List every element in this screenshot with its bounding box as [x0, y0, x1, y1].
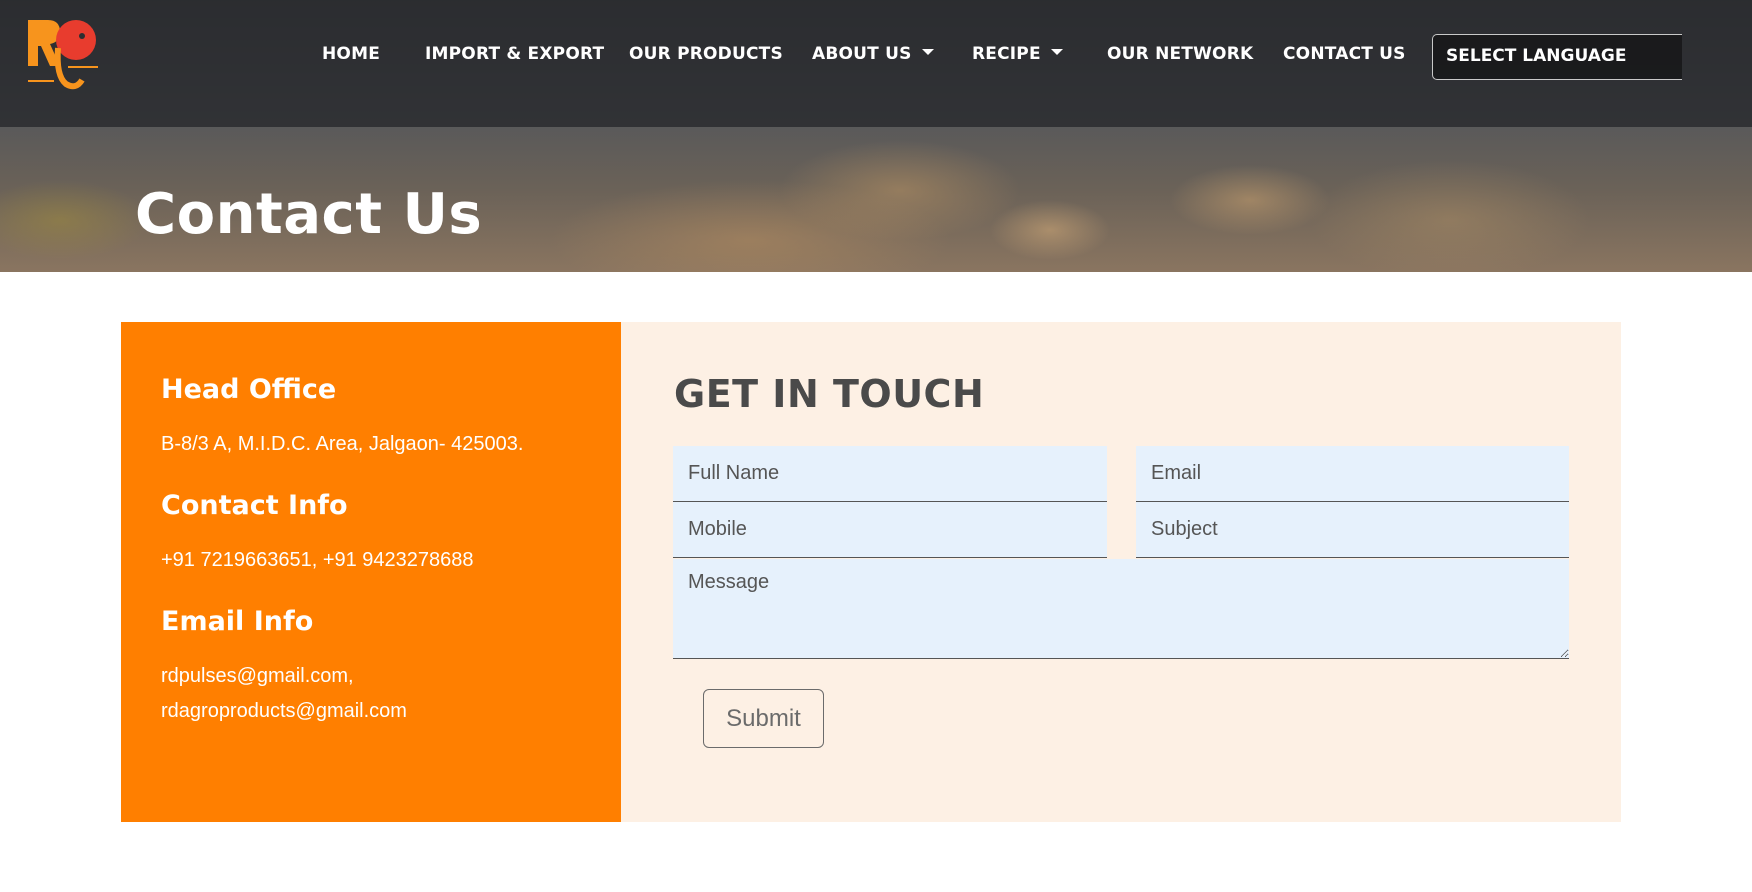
email-line-1[interactable]: rdpulses@gmail.com,	[161, 659, 621, 694]
full-name-input[interactable]	[673, 446, 1107, 502]
nav-about-us[interactable]: ABOUT US	[812, 44, 934, 68]
page-title: Contact Us	[135, 182, 483, 247]
nav-our-products[interactable]: OUR PRODUCTS	[629, 44, 783, 68]
head-office-address: B-8/3 A, M.I.D.C. Area, Jalgaon- 425003.	[161, 433, 524, 455]
form-title: GET IN TOUCH	[674, 372, 985, 416]
navbar: HOME IMPORT & EXPORT OUR PRODUCTS ABOUT …	[0, 0, 1752, 127]
nav-import-export[interactable]: IMPORT & EXPORT	[425, 44, 604, 68]
nav-our-network[interactable]: OUR NETWORK	[1107, 44, 1253, 68]
email-addresses: rdpulses@gmail.com, rdagroproducts@gmail…	[161, 659, 621, 729]
email-info-heading: Email Info	[161, 606, 314, 637]
contact-info-panel: Head Office B-8/3 A, M.I.D.C. Area, Jalg…	[121, 322, 621, 822]
email-line-2[interactable]: rdagroproducts@gmail.com	[161, 694, 621, 729]
submit-button[interactable]: Submit	[703, 689, 824, 748]
chevron-down-icon	[1050, 49, 1063, 55]
contact-phone-numbers: +91 7219663651, +91 9423278688	[161, 549, 474, 571]
head-office-heading: Head Office	[161, 374, 337, 405]
nav-contact-us[interactable]: CONTACT US	[1283, 44, 1406, 68]
nav-home[interactable]: HOME	[322, 44, 380, 68]
email-input[interactable]	[1136, 446, 1569, 502]
nav-recipe[interactable]: RECIPE	[972, 44, 1063, 68]
mobile-input[interactable]	[673, 502, 1107, 558]
message-textarea[interactable]	[673, 559, 1569, 659]
contact-form-panel: GET IN TOUCH Submit	[621, 322, 1621, 822]
rd-logo-icon	[28, 20, 98, 90]
language-select[interactable]: SELECT LANGUAGE	[1432, 34, 1682, 80]
contact-info-heading: Contact Info	[161, 490, 348, 521]
subject-input[interactable]	[1136, 502, 1569, 558]
brand-logo[interactable]	[26, 18, 106, 94]
hero-banner: HOME IMPORT & EXPORT OUR PRODUCTS ABOUT …	[0, 0, 1752, 272]
chevron-down-icon	[921, 49, 934, 55]
